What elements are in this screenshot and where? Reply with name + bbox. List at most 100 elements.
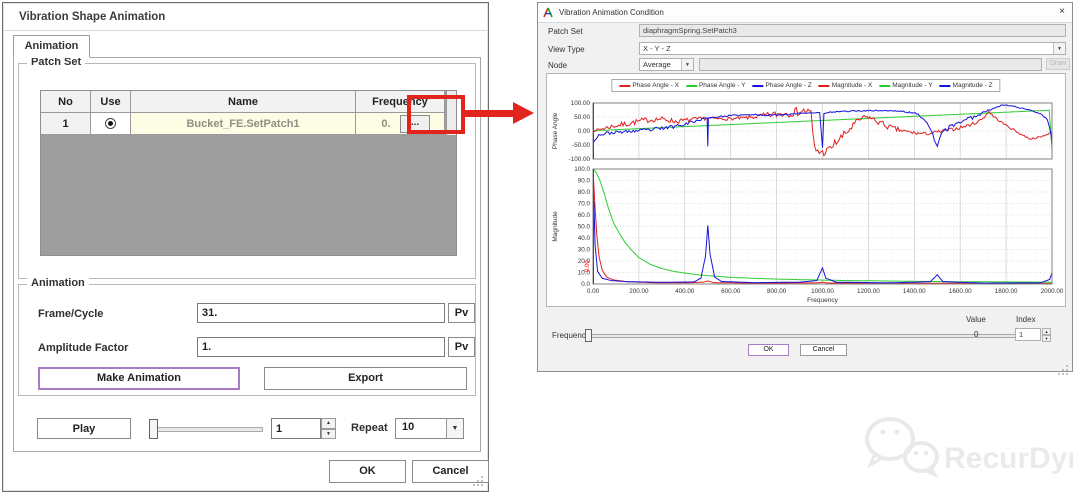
svg-text:50.00: 50.00	[574, 114, 590, 121]
right-dialog-titlebar: Vibration Animation Condition ×	[538, 3, 1072, 23]
legend-dash-icon	[752, 85, 763, 87]
svg-text:100.00: 100.00	[571, 100, 591, 107]
row-use-cell[interactable]	[91, 113, 131, 135]
svg-text:100.0: 100.0	[574, 166, 590, 173]
legend-item: Magnitude - Y	[879, 82, 932, 89]
legend-dash-icon	[819, 85, 830, 87]
node-combo[interactable]: Average ▼	[639, 58, 694, 71]
animation-group: Animation Frame/Cycle Pv Amplitude Facto…	[18, 284, 476, 396]
view-type-combo[interactable]: X - Y - Z ▼	[639, 42, 1066, 55]
table-row[interactable]: 1 Bucket_FE.SetPatch1 0. ...	[41, 113, 456, 135]
frame-cycle-label: Frame/Cycle	[38, 308, 103, 320]
amplitude-factor-input[interactable]	[197, 337, 445, 357]
svg-text:0.00: 0.00	[585, 260, 591, 272]
legend-item: Phase Angle - Y	[686, 82, 746, 89]
legend-label: Magnitude - X	[832, 82, 872, 89]
node-field[interactable]	[699, 58, 1042, 71]
export-button[interactable]: Export	[264, 367, 467, 390]
svg-text:1600.00: 1600.00	[949, 288, 972, 295]
node-combo-value: Average	[643, 60, 671, 69]
col-header-name: Name	[131, 91, 356, 113]
frame-slider-track[interactable]	[149, 427, 263, 432]
annotation-arrow	[463, 110, 515, 117]
cancel-button[interactable]: Cancel	[800, 344, 847, 356]
svg-text:1200.00: 1200.00	[857, 288, 880, 295]
use-radio-selected-icon[interactable]	[105, 118, 116, 129]
legend-item: Phase Angle - X	[619, 82, 679, 89]
frame-cycle-input[interactable]	[197, 303, 445, 323]
chevron-down-icon[interactable]: ▼	[1053, 43, 1065, 54]
legend-label: Phase Angle - Z	[765, 82, 811, 89]
legend-dash-icon	[940, 85, 951, 87]
index-spinner[interactable]: ▲ ▼	[1042, 328, 1051, 341]
svg-text:1400.00: 1400.00	[903, 288, 926, 295]
patch-set-field: diaphragmSpring.SetPatch3	[639, 24, 1066, 37]
value-text: 0	[974, 330, 978, 339]
frame-slider-thumb[interactable]	[149, 419, 158, 439]
legend-label: Magnitude - Y	[892, 82, 932, 89]
legend-item: Phase Angle - Z	[752, 82, 811, 89]
ok-button[interactable]: OK	[748, 344, 789, 356]
vibration-shape-animation-dialog: Vibration Shape Animation Animation Patc…	[2, 2, 489, 492]
animation-group-label: Animation	[27, 277, 89, 289]
annotation-highlight-box	[407, 95, 465, 134]
wechat-icon	[867, 419, 937, 475]
patch-set-label: Patch Set	[548, 27, 583, 36]
frame-cycle-pv-button[interactable]: Pv	[448, 303, 475, 323]
draw-button: Draw	[1046, 58, 1070, 70]
row-no-cell: 1	[41, 113, 91, 135]
tab-animation[interactable]: Animation	[13, 35, 90, 58]
view-type-label: View Type	[548, 45, 585, 54]
svg-text:40.0: 40.0	[578, 235, 591, 242]
frame-number-spinner[interactable]: ▲ ▼	[321, 418, 336, 439]
svg-text:0.00: 0.00	[587, 288, 600, 295]
svg-text:50.0: 50.0	[578, 224, 591, 231]
recurdyn-logo-icon	[543, 7, 555, 19]
col-header-use: Use	[91, 91, 131, 113]
make-animation-button[interactable]: Make Animation	[38, 367, 240, 390]
repeat-combo[interactable]: 10 ▼	[395, 418, 464, 439]
chart-legend: Phase Angle - X Phase Angle - Y Phase Angl…	[611, 79, 1000, 92]
spinner-up-icon[interactable]: ▲	[321, 418, 336, 429]
resize-grip-icon[interactable]	[481, 476, 483, 478]
legend-dash-icon	[686, 85, 697, 87]
svg-text:Magnitude: Magnitude	[552, 211, 559, 242]
close-icon[interactable]: ×	[1059, 6, 1065, 18]
index-input[interactable]	[1015, 328, 1041, 341]
table-header-row: No Use Name Frequency	[41, 91, 456, 113]
svg-text:200.00: 200.00	[629, 288, 649, 295]
frame-number-input[interactable]	[271, 418, 321, 439]
index-label: Index	[1016, 315, 1036, 324]
legend-dash-icon	[619, 85, 630, 87]
svg-text:60.0: 60.0	[578, 212, 591, 219]
svg-text:1800.00: 1800.00	[995, 288, 1018, 295]
ok-button[interactable]: OK	[329, 460, 406, 483]
spinner-down-icon[interactable]: ▼	[321, 429, 336, 440]
chevron-down-icon[interactable]: ▼	[681, 59, 693, 70]
recurdyn-watermark: RecurDyn	[858, 412, 1073, 487]
col-header-no: No	[41, 91, 91, 113]
svg-text:600.00: 600.00	[721, 288, 741, 295]
vibration-animation-condition-dialog: Vibration Animation Condition × Patch Se…	[537, 2, 1073, 372]
patch-set-table: No Use Name Frequency 1 Bucket_FE.SetPat…	[40, 90, 457, 256]
value-label: Value	[966, 315, 986, 324]
screenshot-stage: Vibration Shape Animation Animation Patc…	[0, 0, 1080, 498]
svg-text:80.0: 80.0	[578, 189, 591, 196]
legend-label: Phase Angle - X	[632, 82, 679, 89]
frequency-slider-track[interactable]	[585, 334, 1041, 338]
resize-grip-icon[interactable]	[1066, 365, 1068, 367]
spinner-down-icon[interactable]: ▼	[1042, 335, 1051, 342]
legend-item: Magnitude - Z	[940, 82, 993, 89]
play-button[interactable]: Play	[37, 418, 131, 439]
svg-text:30.0: 30.0	[578, 247, 591, 254]
cancel-button[interactable]: Cancel	[412, 460, 489, 483]
amplitude-factor-pv-button[interactable]: Pv	[448, 337, 475, 357]
vibration-chart-panel: Phase Angle - X Phase Angle - Y Phase Angl…	[546, 73, 1066, 307]
row-name-cell[interactable]: Bucket_FE.SetPatch1	[131, 113, 356, 135]
svg-text:0.00: 0.00	[578, 128, 591, 135]
view-type-value: X - Y - Z	[643, 44, 671, 53]
watermark-text: RecurDyn	[944, 442, 1073, 475]
spinner-up-icon[interactable]: ▲	[1042, 328, 1051, 335]
frequency-slider-thumb[interactable]	[585, 329, 592, 342]
chevron-down-icon[interactable]: ▼	[446, 419, 463, 438]
